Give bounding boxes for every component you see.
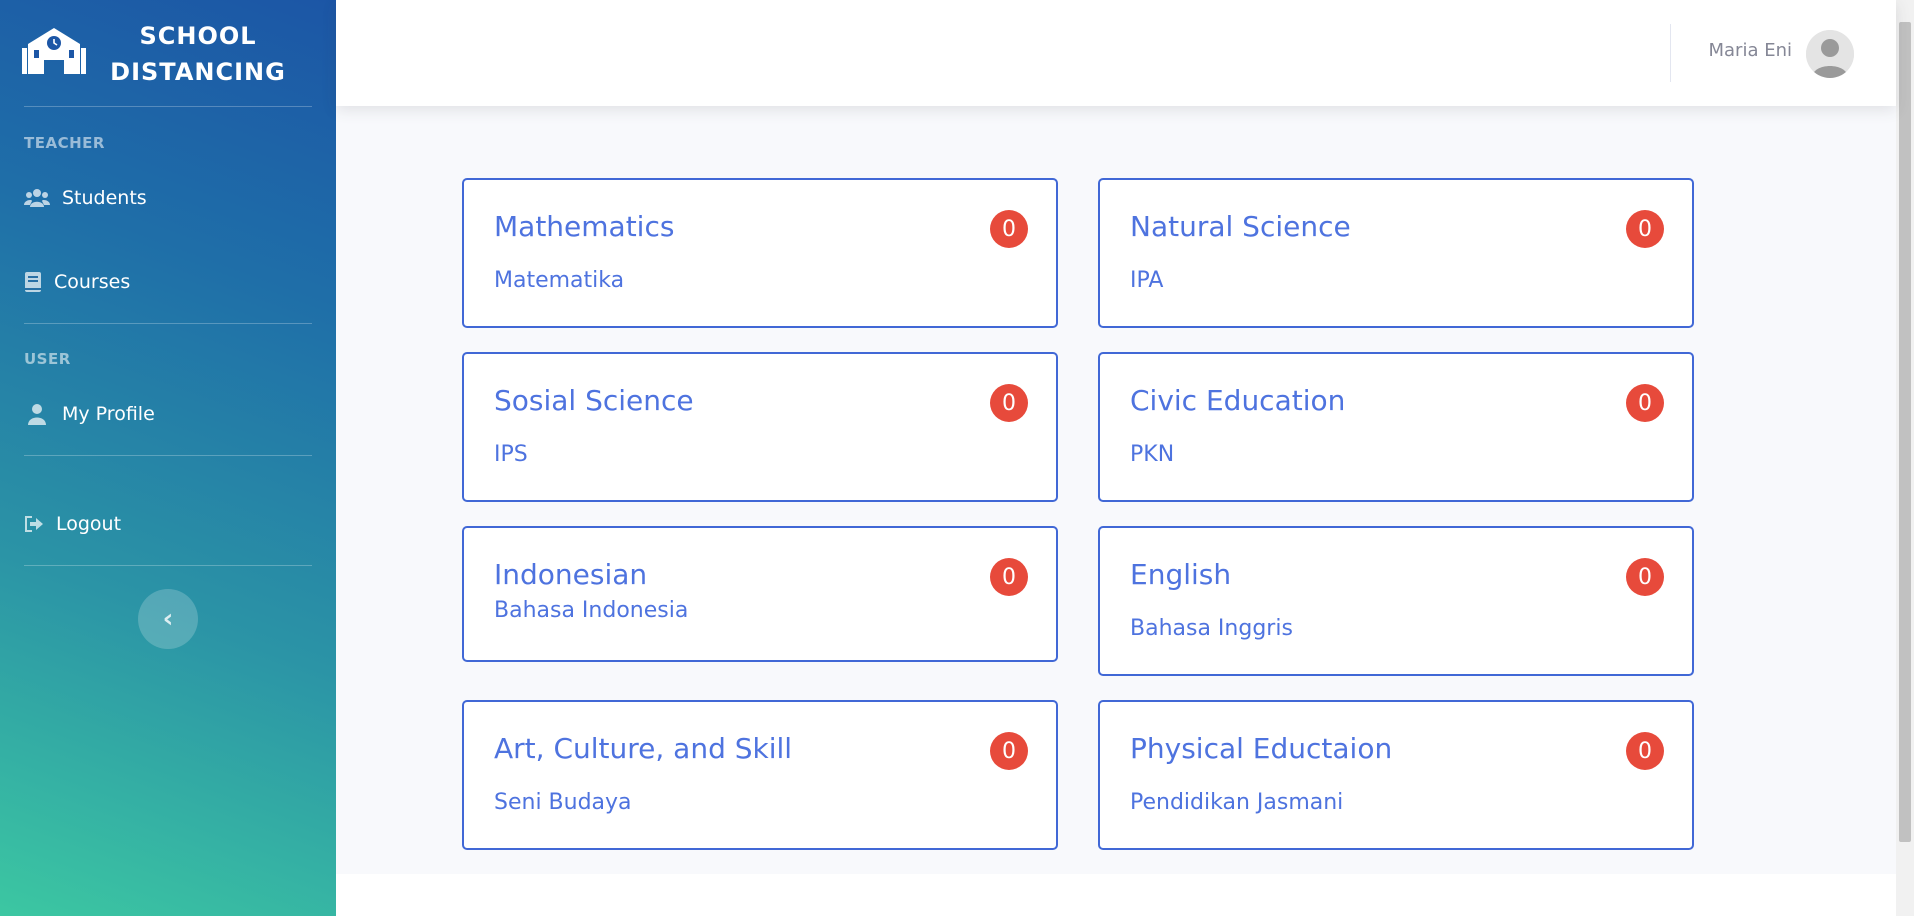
chevron-left-icon: ‹ — [162, 604, 174, 634]
topbar: Maria Eni — [336, 0, 1896, 106]
brand[interactable]: SCHOOL DISTANCING — [0, 0, 336, 106]
topbar-divider — [1670, 24, 1671, 82]
course-card[interactable]: Mathematics Matematika 0 — [462, 178, 1058, 328]
brand-line-1: SCHOOL — [139, 22, 257, 50]
course-title: Physical Eductaion — [1130, 732, 1393, 765]
course-card[interactable]: Indonesian Bahasa Indonesia 0 — [462, 526, 1058, 662]
section-heading-user: USER — [24, 350, 71, 368]
sidebar-item-label: My Profile — [62, 403, 155, 425]
user-name[interactable]: Maria Eni — [1709, 40, 1793, 61]
course-card[interactable]: Sosial Science IPS 0 — [462, 352, 1058, 502]
course-subtitle: PKN — [1130, 442, 1175, 467]
course-card[interactable]: Civic Education PKN 0 — [1098, 352, 1694, 502]
scrollbar-thumb[interactable] — [1899, 22, 1911, 842]
course-card[interactable]: English Bahasa Inggris 0 — [1098, 526, 1694, 676]
app-window: SCHOOL DISTANCING TEACHER Students Cours… — [0, 0, 1914, 916]
course-subtitle: Pendidikan Jasmani — [1130, 790, 1344, 815]
sidebar-item-label: Logout — [56, 513, 122, 535]
school-icon — [22, 26, 86, 76]
sidebar-item-label: Courses — [54, 271, 131, 293]
course-title: Civic Education — [1130, 384, 1346, 417]
course-title: Sosial Science — [494, 384, 694, 417]
sidebar-divider — [24, 455, 312, 456]
course-subtitle: Bahasa Inggris — [1130, 616, 1293, 641]
course-card[interactable]: Art, Culture, and Skill Seni Budaya 0 — [462, 700, 1058, 850]
sidebar-divider — [24, 106, 312, 107]
course-subtitle: IPA — [1130, 268, 1164, 293]
brand-name: SCHOOL DISTANCING — [110, 18, 286, 90]
sidebar-item-logout[interactable]: Logout — [24, 509, 121, 539]
count-badge: 0 — [990, 384, 1028, 422]
course-title: Art, Culture, and Skill — [494, 732, 793, 765]
course-subtitle: Matematika — [494, 268, 625, 293]
brand-line-2: DISTANCING — [110, 58, 286, 86]
sidebar-divider — [24, 323, 312, 324]
book-icon — [24, 271, 42, 293]
course-title: Indonesian — [494, 558, 648, 591]
sidebar-item-students[interactable]: Students — [24, 183, 147, 213]
course-subtitle: IPS — [494, 442, 528, 467]
sidebar-divider — [24, 565, 312, 566]
sidebar-item-label: Students — [62, 187, 147, 209]
user-icon — [24, 403, 50, 425]
course-card[interactable]: Natural Science IPA 0 — [1098, 178, 1694, 328]
count-badge: 0 — [1626, 732, 1664, 770]
sidebar: SCHOOL DISTANCING TEACHER Students Cours… — [0, 0, 336, 916]
count-badge: 0 — [990, 558, 1028, 596]
vertical-scrollbar[interactable] — [1896, 0, 1914, 916]
course-title: Mathematics — [494, 210, 675, 243]
avatar[interactable] — [1806, 30, 1854, 78]
course-subtitle: Bahasa Indonesia — [494, 598, 689, 623]
section-heading-teacher: TEACHER — [24, 134, 105, 152]
users-icon — [24, 187, 50, 209]
sidebar-toggle-button[interactable]: ‹ — [138, 589, 198, 649]
sidebar-item-courses[interactable]: Courses — [24, 267, 130, 297]
count-badge: 0 — [990, 732, 1028, 770]
sidebar-item-my-profile[interactable]: My Profile — [24, 399, 155, 429]
sign-out-icon — [24, 513, 44, 535]
count-badge: 0 — [1626, 210, 1664, 248]
count-badge: 0 — [990, 210, 1028, 248]
main-content: Mathematics Matematika 0 Natural Science… — [336, 106, 1896, 874]
course-title: English — [1130, 558, 1232, 591]
course-card[interactable]: Physical Eductaion Pendidikan Jasmani 0 — [1098, 700, 1694, 850]
course-title: Natural Science — [1130, 210, 1351, 243]
course-subtitle: Seni Budaya — [494, 790, 632, 815]
count-badge: 0 — [1626, 384, 1664, 422]
count-badge: 0 — [1626, 558, 1664, 596]
